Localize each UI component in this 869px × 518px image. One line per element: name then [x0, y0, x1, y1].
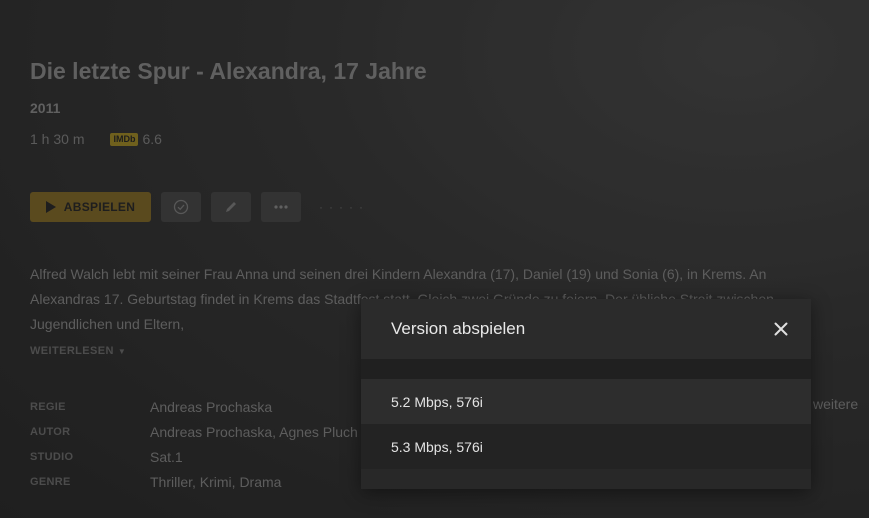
play-version-dialog: Version abspielen 5.2 Mbps, 576i 5.3 Mbp…	[361, 299, 811, 489]
close-button[interactable]	[771, 319, 791, 339]
dialog-spacer	[361, 359, 811, 379]
version-option[interactable]: 5.3 Mbps, 576i	[361, 424, 811, 469]
dialog-header: Version abspielen	[361, 299, 811, 359]
version-list: 5.2 Mbps, 576i 5.3 Mbps, 576i	[361, 379, 811, 469]
dialog-title: Version abspielen	[391, 319, 526, 338]
version-option[interactable]: 5.2 Mbps, 576i	[361, 379, 811, 424]
close-icon	[774, 322, 788, 336]
